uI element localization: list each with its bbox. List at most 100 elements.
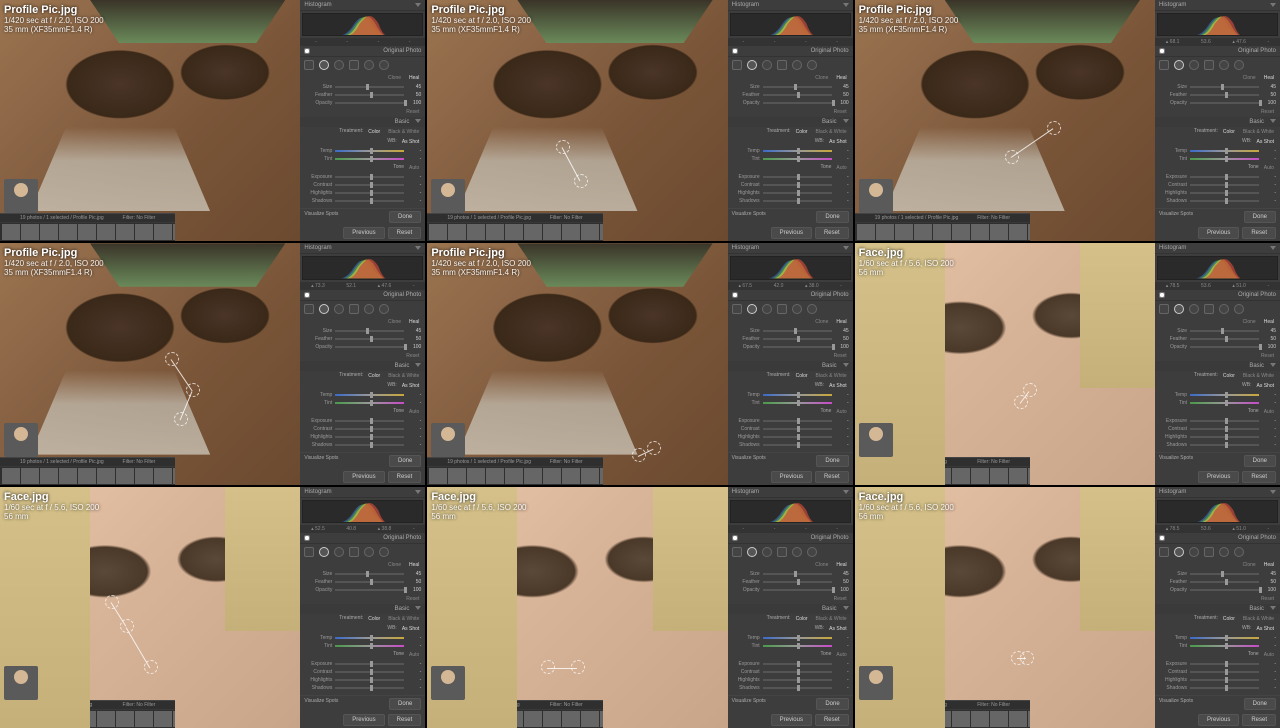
exposure-slider[interactable] — [335, 420, 404, 422]
photo-canvas[interactable]: Profile Pic.jpg1/420 sec at f / 2.0, ISO… — [855, 0, 1155, 241]
collapse-icon[interactable] — [415, 3, 421, 7]
brush-tool[interactable] — [1234, 547, 1244, 557]
bw-tab[interactable]: Black & White — [813, 128, 850, 136]
thumbnail[interactable] — [543, 224, 561, 240]
thumbnail[interactable] — [1009, 711, 1027, 727]
auto-tone-button[interactable]: Auto — [833, 164, 849, 172]
heal-spot-marker[interactable] — [144, 660, 158, 674]
reset-spot-link[interactable]: Reset — [831, 352, 850, 360]
heal-tab[interactable]: Heal — [1261, 74, 1277, 82]
photo-canvas[interactable]: Face.jpg1/60 sec at f / 5.6, ISO 20056 m… — [0, 487, 300, 728]
thumbnail[interactable] — [933, 224, 951, 240]
thumbnail[interactable] — [857, 468, 875, 484]
redeye-tool[interactable] — [762, 547, 772, 557]
reset-spot-link[interactable]: Reset — [831, 595, 850, 603]
previous-button[interactable]: Previous — [771, 714, 812, 726]
temp-slider[interactable] — [335, 637, 404, 639]
redeye-tool[interactable] — [1189, 547, 1199, 557]
color-tab[interactable]: Color — [365, 615, 383, 623]
temp-slider[interactable] — [335, 150, 404, 152]
clone-tab[interactable]: Clone — [812, 561, 831, 569]
collapse-icon[interactable] — [1270, 119, 1276, 123]
wb-dropdown[interactable]: As Shot — [399, 138, 423, 146]
heal-tab[interactable]: Heal — [406, 318, 422, 326]
auto-tone-button[interactable]: Auto — [406, 408, 422, 416]
thumbnail[interactable] — [990, 468, 1008, 484]
wb-dropdown[interactable]: As Shot — [399, 625, 423, 633]
radial-filter-tool[interactable] — [1219, 60, 1229, 70]
thumbnail[interactable] — [1028, 468, 1030, 484]
histogram-display[interactable] — [730, 500, 851, 523]
thumbnail[interactable] — [173, 711, 175, 727]
grad-filter-tool[interactable] — [777, 547, 787, 557]
thumbnail[interactable] — [2, 224, 20, 240]
auto-tone-button[interactable]: Auto — [406, 164, 422, 172]
wb-dropdown[interactable]: As Shot — [826, 625, 850, 633]
shadows-slider[interactable] — [1190, 200, 1259, 202]
done-button[interactable]: Done — [1244, 211, 1276, 223]
photo-canvas[interactable]: Profile Pic.jpg1/420 sec at f / 2.0, ISO… — [427, 0, 727, 241]
thumbnail[interactable] — [524, 711, 542, 727]
shadows-slider[interactable] — [763, 444, 832, 446]
thumbnail[interactable] — [116, 468, 134, 484]
done-button[interactable]: Done — [816, 455, 848, 467]
size-slider[interactable] — [763, 330, 832, 332]
redeye-tool[interactable] — [334, 547, 344, 557]
thumbnail-strip[interactable] — [855, 710, 1030, 728]
auto-tone-button[interactable]: Auto — [1261, 408, 1277, 416]
thumbnail[interactable] — [990, 224, 1008, 240]
heal-spot-marker[interactable] — [120, 619, 134, 633]
brush-tool[interactable] — [807, 547, 817, 557]
reset-spot-link[interactable]: Reset — [403, 108, 422, 116]
photo-canvas[interactable]: Profile Pic.jpg1/420 sec at f / 2.0, ISO… — [0, 0, 300, 241]
thumbnail[interactable] — [876, 224, 894, 240]
thumbnail[interactable] — [952, 711, 970, 727]
heal-spot-marker[interactable] — [571, 660, 585, 674]
thumbnail[interactable] — [467, 468, 485, 484]
crop-tool[interactable] — [304, 60, 314, 70]
thumbnail[interactable] — [895, 711, 913, 727]
thumbnail[interactable] — [467, 224, 485, 240]
collapse-icon[interactable] — [415, 490, 421, 494]
opacity-slider[interactable] — [335, 589, 404, 591]
shadows-slider[interactable] — [335, 200, 404, 202]
thumbnail[interactable] — [505, 468, 523, 484]
color-tab[interactable]: Color — [793, 372, 811, 380]
thumbnail[interactable] — [135, 224, 153, 240]
done-button[interactable]: Done — [389, 211, 421, 223]
highlights-slider[interactable] — [1190, 679, 1259, 681]
color-tab[interactable]: Color — [793, 615, 811, 623]
heal-spot-marker[interactable] — [1014, 395, 1028, 409]
collapse-icon[interactable] — [843, 119, 849, 123]
heal-spot-marker[interactable] — [556, 140, 570, 154]
redeye-tool[interactable] — [1189, 304, 1199, 314]
original-photo-checkbox[interactable] — [732, 535, 738, 541]
size-slider[interactable] — [335, 86, 404, 88]
spot-removal-tool[interactable] — [1174, 547, 1184, 557]
collapse-icon[interactable] — [415, 119, 421, 123]
thumbnail[interactable] — [600, 224, 602, 240]
thumbnail[interactable] — [857, 224, 875, 240]
spot-removal-tool[interactable] — [1174, 304, 1184, 314]
reset-spot-link[interactable]: Reset — [831, 108, 850, 116]
crop-tool[interactable] — [1159, 547, 1169, 557]
previous-button[interactable]: Previous — [343, 471, 384, 483]
thumbnail[interactable] — [21, 224, 39, 240]
thumbnail[interactable] — [154, 711, 172, 727]
tint-slider[interactable] — [335, 158, 404, 160]
collapse-icon[interactable] — [1270, 246, 1276, 250]
heal-tab[interactable]: Heal — [406, 74, 422, 82]
grad-filter-tool[interactable] — [349, 547, 359, 557]
opacity-slider[interactable] — [1190, 102, 1259, 104]
grad-filter-tool[interactable] — [777, 304, 787, 314]
bw-tab[interactable]: Black & White — [1240, 615, 1277, 623]
collapse-icon[interactable] — [1270, 3, 1276, 7]
histogram-display[interactable] — [1157, 13, 1278, 36]
crop-tool[interactable] — [1159, 60, 1169, 70]
highlights-slider[interactable] — [335, 679, 404, 681]
contrast-slider[interactable] — [763, 184, 832, 186]
exposure-slider[interactable] — [763, 176, 832, 178]
spot-removal-tool[interactable] — [1174, 60, 1184, 70]
clone-tab[interactable]: Clone — [1240, 561, 1259, 569]
radial-filter-tool[interactable] — [364, 547, 374, 557]
